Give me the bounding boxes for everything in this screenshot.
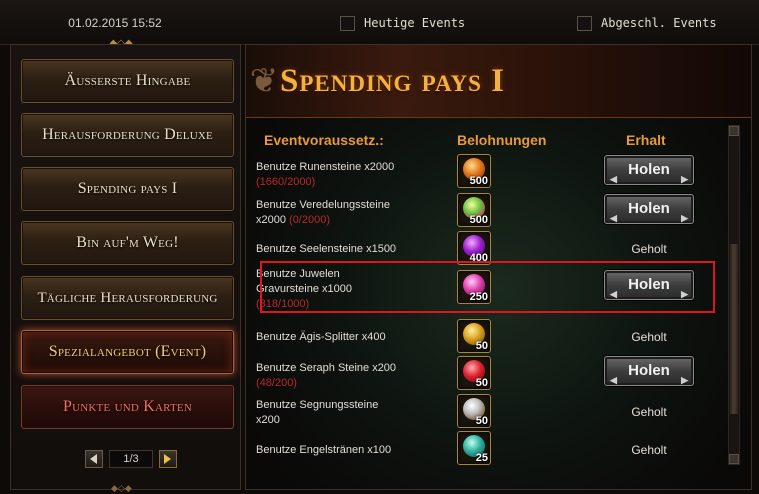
- requirement-text: Benutze Seraph Steine x200 (48/200): [256, 361, 456, 391]
- claim-button[interactable]: ◀ Holen ▶: [604, 356, 694, 386]
- reward-quantity: 50: [475, 415, 488, 427]
- top-bar: 01.02.2015 15:52 ◆◇◆ Heutige Events Abge…: [0, 0, 759, 49]
- requirement-text: Benutze Runensteine x2000 (1660/2000): [256, 160, 456, 190]
- requirement-line: Benutze Segnungssteine: [256, 399, 379, 411]
- ornament-icon: ◆◇◆: [111, 483, 132, 493]
- prev-page-button[interactable]: [85, 450, 103, 468]
- reward-item[interactable]: 50: [457, 356, 491, 390]
- sidebar-item-aeusserste-hingabe[interactable]: Äusserste Hingabe: [21, 59, 234, 103]
- today-events-checkbox[interactable]: [340, 15, 355, 31]
- pager: 1/3: [85, 449, 177, 469]
- header-receive: Erhalt: [626, 132, 666, 148]
- event-panel: ❦ Spending pays I Eventvoraussetz.: Belo…: [245, 44, 752, 490]
- reward-quantity: 500: [469, 214, 488, 226]
- scroll-thumb[interactable]: [730, 244, 738, 414]
- sidebar-item-spending-pays[interactable]: Spending pays I: [21, 167, 234, 211]
- event-title: Spending pays I: [280, 63, 505, 99]
- requirement-text: Benutze Engelstränen x100: [256, 443, 456, 458]
- claim-label: Holen: [628, 200, 670, 217]
- sidebar-item-bin-aufm-weg[interactable]: Bin auf'm Weg!: [21, 221, 234, 265]
- claim-button[interactable]: ◀ Holen ▶: [604, 194, 694, 224]
- progress-text: (48/200): [256, 377, 297, 389]
- requirement-text: Benutze Seelensteine x1500: [256, 242, 456, 257]
- reward-item[interactable]: 400: [457, 231, 491, 265]
- highlight-box: [260, 261, 715, 313]
- requirement-line: Benutze Engelstränen x100: [256, 444, 392, 456]
- requirement-text: Benutze Ägis-Splitter x400: [256, 330, 456, 345]
- requirement-line: x200: [256, 414, 280, 426]
- claimed-status: Geholt: [631, 443, 667, 457]
- reward-item[interactable]: 50: [457, 319, 491, 353]
- sidebar-item-herausforderung-deluxe[interactable]: Herausforderung Deluxe: [21, 113, 234, 157]
- reward-quantity: 50: [475, 377, 488, 389]
- requirement-line: Benutze Ägis-Splitter x400: [256, 331, 386, 343]
- scroll-up-icon[interactable]: [729, 126, 739, 136]
- sidebar-item-taegliche-herausforderung[interactable]: Tägliche Herausforderung: [21, 276, 234, 320]
- completed-events-label: Abgeschl. Events: [601, 16, 717, 30]
- claim-label: Holen: [628, 161, 670, 178]
- progress-text: (0/2000): [289, 214, 331, 226]
- requirement-line: Benutze Seelensteine x1500: [256, 243, 397, 255]
- reward-item[interactable]: 25: [457, 431, 491, 465]
- header-requirement: Eventvoraussetz.:: [264, 132, 384, 148]
- completed-events-toggle[interactable]: Abgeschl. Events: [577, 14, 717, 32]
- event-banner: ❦ Spending pays I: [246, 45, 751, 118]
- claimed-status: Geholt: [631, 330, 667, 344]
- completed-events-checkbox[interactable]: [577, 15, 592, 31]
- today-events-toggle[interactable]: Heutige Events: [340, 14, 465, 32]
- reward-item[interactable]: 500: [457, 193, 491, 227]
- requirement-line: Benutze Veredelungssteine: [256, 199, 390, 211]
- requirement-line: x2000: [256, 214, 290, 226]
- claim-button[interactable]: ◀ Holen ▶: [604, 155, 694, 185]
- claim-label: Holen: [628, 362, 670, 379]
- claimed-status: Geholt: [631, 242, 667, 256]
- requirement-text: Benutze Segnungssteine x200: [256, 398, 456, 428]
- header-rewards: Belohnungen: [457, 132, 547, 148]
- requirement-line: Benutze Runensteine x2000: [256, 161, 395, 173]
- reward-quantity: 50: [475, 340, 488, 352]
- next-page-button[interactable]: [159, 450, 177, 468]
- reward-item[interactable]: 50: [457, 394, 491, 428]
- requirement-line: Benutze Seraph Steine x200: [256, 362, 397, 374]
- dragon-ornament-icon: ❦: [249, 62, 279, 100]
- reward-quantity: 500: [469, 175, 488, 187]
- arrow-right-icon: [164, 454, 171, 464]
- requirement-text: Benutze Veredelungssteine x2000 (0/2000): [256, 198, 456, 228]
- sidebar-item-punkte-und-karten[interactable]: Punkte und Karten: [21, 385, 234, 429]
- scrollbar[interactable]: [728, 125, 740, 465]
- arrow-left-icon: [90, 454, 97, 464]
- today-events-label: Heutige Events: [364, 16, 466, 30]
- reward-item[interactable]: 500: [457, 154, 491, 188]
- event-sidebar: Äusserste Hingabe Herausforderung Deluxe…: [10, 44, 241, 493]
- progress-text: (1660/2000): [256, 176, 316, 188]
- claimed-status: Geholt: [631, 405, 667, 419]
- reward-quantity: 25: [475, 452, 488, 464]
- page-indicator: 1/3: [109, 450, 153, 468]
- scroll-down-icon[interactable]: [729, 454, 739, 464]
- sidebar-item-spezialangebot[interactable]: Spezialangebot (Event): [21, 330, 234, 374]
